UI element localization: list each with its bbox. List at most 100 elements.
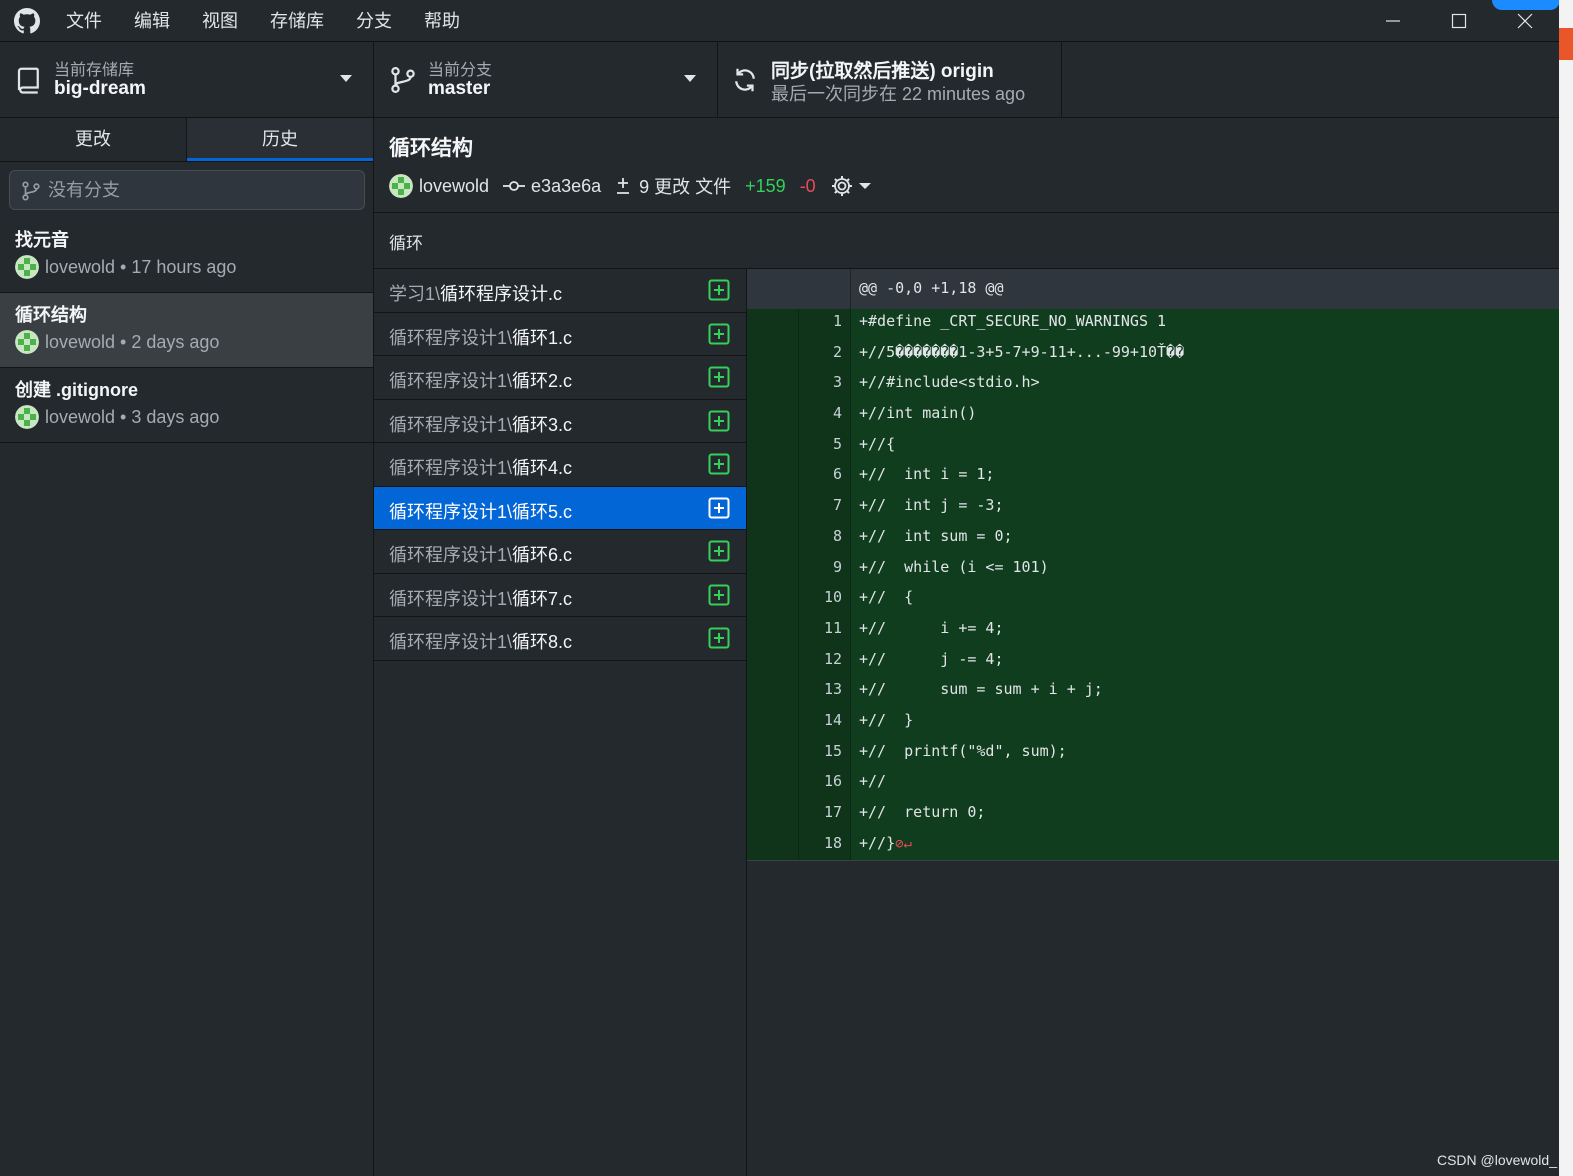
menu-branch[interactable]: 分支: [340, 0, 408, 42]
diff-settings-button[interactable]: [830, 174, 872, 198]
repository-label: 当前存储库: [54, 62, 135, 79]
menu-edit[interactable]: 编辑: [118, 0, 186, 42]
new-line-number[interactable]: 4: [799, 401, 851, 432]
file-row[interactable]: 循环程序设计1\循环8.c: [374, 617, 746, 661]
diff-line[interactable]: 8 +// int sum = 0;: [747, 523, 1573, 555]
code-content: +// printf("%d", sum);: [859, 741, 1067, 760]
sync-button[interactable]: 同步(拉取然后推送) origin 最后一次同步在 22 minutes ago: [718, 42, 1062, 117]
old-line-number[interactable]: [747, 493, 799, 524]
diff-line[interactable]: 9 +// while (i <= 101): [747, 554, 1573, 586]
diff-line[interactable]: 13 +// sum = sum + i + j;: [747, 677, 1573, 708]
file-row[interactable]: 循环程序设计1\循环3.c: [374, 400, 746, 443]
tab-history[interactable]: 历史: [187, 118, 373, 161]
new-line-number[interactable]: 11: [799, 615, 851, 647]
new-line-number[interactable]: 17: [799, 800, 851, 831]
new-line-number[interactable]: 7: [799, 493, 851, 524]
new-line-number[interactable]: 8: [799, 523, 851, 555]
old-line-number[interactable]: [747, 370, 799, 402]
file-row[interactable]: 循环程序设计1\循环7.c: [374, 574, 746, 617]
code-text: +// return 0;: [859, 803, 985, 821]
menu-file[interactable]: 文件: [50, 0, 118, 42]
commit-time: 2 days ago: [131, 331, 220, 352]
diff-line[interactable]: 5 +//{: [747, 431, 1573, 463]
diff-line[interactable]: 10 +// {: [747, 585, 1573, 616]
commit-author: lovewold: [45, 331, 116, 352]
diff-line[interactable]: 1 +#define _CRT_SECURE_NO_WARNINGS 1: [747, 309, 1573, 340]
old-line-number[interactable]: [747, 339, 799, 371]
new-line-number[interactable]: 16: [799, 769, 851, 800]
diff-line[interactable]: 4 +//int main(): [747, 401, 1573, 432]
new-line-number[interactable]: 12: [799, 646, 851, 678]
file-added-icon: [708, 584, 730, 605]
tab-changes[interactable]: 更改: [0, 118, 187, 161]
commit-meta: lovewold • 3 days ago: [15, 404, 219, 430]
branch-filter-input[interactable]: [48, 176, 358, 204]
new-line-number[interactable]: 3: [799, 370, 851, 402]
code-text: +// int i = 1;: [859, 465, 994, 483]
diff-line[interactable]: 15 +// printf("%d", sum);: [747, 738, 1573, 770]
commit-item[interactable]: 循环结构 lovewold • 2 days ago: [0, 293, 373, 368]
repository-selector[interactable]: 当前存储库 big-dream: [0, 42, 374, 117]
old-line-number[interactable]: [747, 462, 799, 494]
commit-item[interactable]: 创建 .gitignore lovewold • 3 days ago: [0, 368, 373, 443]
old-line-number[interactable]: [747, 830, 799, 862]
diff-line[interactable]: 12 +// j -= 4;: [747, 646, 1573, 678]
diff-view[interactable]: @@ -0,0 +1,18 @@ 1 +#define _CRT_SECURE_N…: [747, 269, 1573, 1176]
file-row[interactable]: 学习1\循环程序设计.c: [374, 269, 746, 313]
new-line-number[interactable]: 10: [799, 585, 851, 616]
new-line-number[interactable]: 15: [799, 738, 851, 770]
old-line-number[interactable]: [747, 707, 799, 739]
file-name: 循环3.c: [512, 414, 573, 435]
minimize-button[interactable]: [1360, 0, 1426, 42]
close-button[interactable]: [1492, 0, 1558, 42]
branch-label: 当前分支: [428, 62, 493, 79]
old-line-number[interactable]: [747, 309, 799, 340]
file-row[interactable]: 循环程序设计1\循环6.c: [374, 530, 746, 574]
old-line-number[interactable]: [747, 738, 799, 770]
commit-sha[interactable]: e3a3e6a: [531, 176, 601, 197]
file-row[interactable]: 循环程序设计1\循环2.c: [374, 356, 746, 400]
new-line-number[interactable]: 6: [799, 462, 851, 494]
old-line-number[interactable]: [747, 677, 799, 708]
menu-view[interactable]: 视图: [186, 0, 254, 42]
menu-help[interactable]: 帮助: [408, 0, 476, 42]
code-content: +#define _CRT_SECURE_NO_WARNINGS 1: [859, 312, 1167, 330]
new-line-number[interactable]: 14: [799, 707, 851, 739]
old-line-number[interactable]: [747, 615, 799, 647]
file-row[interactable]: 循环程序设计1\循环4.c: [374, 443, 746, 487]
diff-line[interactable]: 6 +// int i = 1;: [747, 462, 1573, 494]
hunk-gutter[interactable]: [747, 269, 851, 309]
file-row[interactable]: 循环程序设计1\循环1.c: [374, 313, 746, 356]
diff-line[interactable]: 18 +//}⊘↵: [747, 830, 1573, 862]
code-text: +// int j = -3;: [859, 496, 1004, 514]
code-content: +//#include<stdio.h>: [859, 373, 1040, 392]
diff-line[interactable]: 3 +//#include<stdio.h>: [747, 370, 1573, 402]
maximize-button[interactable]: [1426, 0, 1492, 42]
branch-selector[interactable]: 当前分支 master: [374, 42, 718, 117]
commit-item[interactable]: 找元音 lovewold • 17 hours ago: [0, 218, 373, 293]
old-line-number[interactable]: [747, 523, 799, 555]
old-line-number[interactable]: [747, 585, 799, 616]
diff-line[interactable]: 2 +//5�������1-3+5-7+9-11+...-99+10Ť��: [747, 339, 1573, 371]
new-line-number[interactable]: 1: [799, 309, 851, 340]
diff-line[interactable]: 16 +//: [747, 769, 1573, 800]
old-line-number[interactable]: [747, 646, 799, 678]
old-line-number[interactable]: [747, 401, 799, 432]
new-line-number[interactable]: 18: [799, 830, 851, 862]
file-name: 循环程序设计.c: [440, 284, 563, 304]
new-line-number[interactable]: 9: [799, 554, 851, 586]
old-line-number[interactable]: [747, 554, 799, 586]
old-line-number[interactable]: [747, 431, 799, 463]
diff-line[interactable]: 7 +// int j = -3;: [747, 493, 1573, 524]
new-line-number[interactable]: 2: [799, 339, 851, 371]
diff-line[interactable]: 14 +// }: [747, 707, 1573, 739]
diff-line[interactable]: 17 +// return 0;: [747, 800, 1573, 831]
old-line-number[interactable]: [747, 800, 799, 831]
file-row[interactable]: 循环程序设计1\循环5.c: [374, 486, 746, 530]
diff-line[interactable]: 11 +// i += 4;: [747, 615, 1573, 647]
file-added-icon: [708, 627, 730, 649]
new-line-number[interactable]: 13: [799, 677, 851, 708]
new-line-number[interactable]: 5: [799, 431, 851, 463]
old-line-number[interactable]: [747, 769, 799, 800]
menu-repository[interactable]: 存储库: [254, 0, 340, 42]
